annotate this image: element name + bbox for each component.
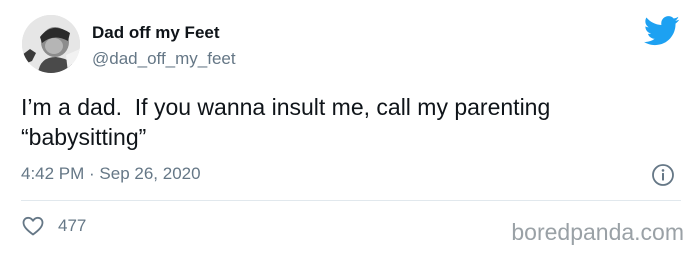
avatar[interactable] [22,15,80,73]
twitter-bird-icon[interactable] [643,16,680,46]
tweet-card: Dad off my Feet @dad_off_my_feet I’m a d… [0,0,700,253]
info-icon[interactable] [651,163,675,187]
like-count: 477 [58,216,87,235]
display-name[interactable]: Dad off my Feet [92,23,220,43]
divider [21,200,681,201]
user-handle[interactable]: @dad_off_my_feet [92,49,236,69]
tweet-text: I’m a dad. If you wanna insult me, call … [21,94,551,150]
watermark: boredpanda.com [511,219,684,245]
like-action[interactable]: 477 [21,214,86,238]
tweet-timestamp[interactable]: 4:42 PM · Sep 26, 2020 [21,164,201,184]
avatar-photo-icon [22,15,80,73]
heart-icon[interactable] [21,214,45,238]
